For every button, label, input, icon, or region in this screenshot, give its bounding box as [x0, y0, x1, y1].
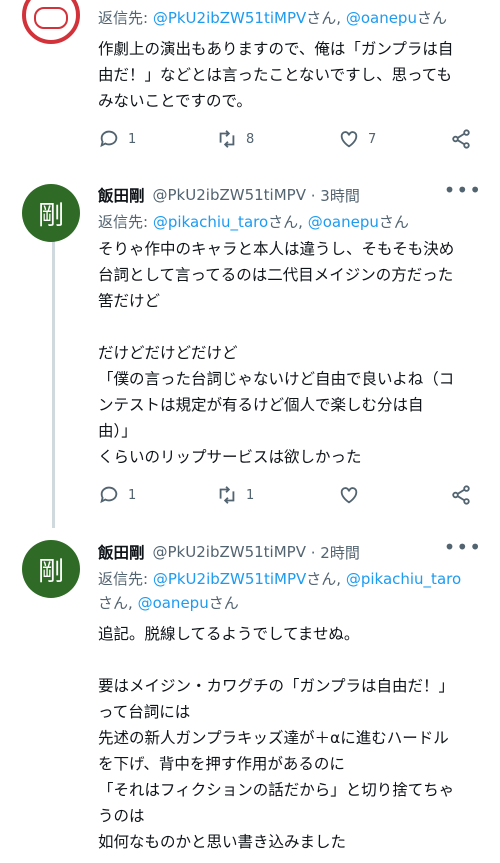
- avatar[interactable]: [22, 0, 80, 44]
- reply-count: 1: [128, 487, 137, 503]
- mention-link[interactable]: @pikachiu_taro: [346, 570, 461, 588]
- share-button[interactable]: [450, 128, 480, 150]
- like-count: 7: [368, 131, 377, 147]
- tweet[interactable]: 飯田剛 @PkU2ibZW51tiMPV · 3時間 ••• 返信先: @pik…: [98, 178, 482, 470]
- retweet-count: 1: [246, 487, 255, 503]
- retweet-button[interactable]: 1: [216, 484, 254, 506]
- mention-link[interactable]: @PkU2ibZW51tiMPV: [153, 9, 306, 27]
- mention-link[interactable]: @oanepu: [308, 213, 379, 231]
- share-icon: [452, 485, 470, 505]
- handle[interactable]: @PkU2ibZW51tiMPV: [153, 543, 306, 561]
- retweet-icon: [219, 486, 235, 504]
- reply-icon: [100, 486, 118, 504]
- tweet[interactable]: 飯田剛 @PkU2ibZW51tiMPV · 2時間 ••• 返信先: @PkU…: [98, 535, 482, 855]
- mention-link[interactable]: @pikachiu_taro: [153, 213, 268, 231]
- retweet-icon: [219, 130, 235, 148]
- like-button[interactable]: [338, 484, 368, 506]
- tweet-text: 追記。脱線してるようでしてませぬ。 要はメイジン・カワグチの「ガンプラは自由だ！…: [98, 625, 455, 851]
- display-name[interactable]: 飯田剛: [98, 184, 145, 206]
- handle[interactable]: @PkU2ibZW51tiMPV: [153, 186, 306, 204]
- share-icon: [452, 129, 470, 149]
- reply-count: 1: [128, 131, 137, 147]
- tweet-text: 作劇上の演出もありますので、俺は「ガンプラは自 由だ！」などとは言ったことないで…: [98, 40, 454, 110]
- avatar[interactable]: 剛: [22, 540, 80, 598]
- tweet-header: 飯田剛 @PkU2ibZW51tiMPV · 3時間 •••: [98, 178, 482, 206]
- mention-link[interactable]: @oanepu: [138, 594, 209, 612]
- heart-icon: [340, 487, 358, 504]
- heart-icon: [340, 131, 358, 148]
- thread-line: [52, 238, 55, 528]
- retweet-count: 8: [246, 131, 255, 147]
- retweet-button[interactable]: 8: [216, 128, 254, 150]
- reply-to-line: 返信先: @pikachiu_taroさん, @oanepuさん: [98, 213, 409, 231]
- share-button[interactable]: [450, 484, 480, 506]
- like-button[interactable]: 7: [338, 128, 376, 150]
- timestamp[interactable]: · 2時間: [311, 542, 360, 563]
- reply-icon: [100, 130, 118, 148]
- timestamp[interactable]: · 3時間: [311, 185, 360, 206]
- mention-link[interactable]: @oanepu: [346, 9, 417, 27]
- reply-button[interactable]: 1: [98, 128, 136, 150]
- tweet[interactable]: 返信先: @PkU2ibZW51tiMPVさん, @oanepuさん 作劇上の演…: [98, 6, 482, 114]
- tweet-header: 飯田剛 @PkU2ibZW51tiMPV · 2時間 •••: [98, 535, 482, 563]
- reply-button[interactable]: 1: [98, 484, 136, 506]
- avatar[interactable]: 剛: [22, 184, 80, 242]
- tweet-actions: 1 8 7: [98, 128, 480, 156]
- display-name[interactable]: 飯田剛: [98, 541, 145, 563]
- reply-to-line: 返信先: @PkU2ibZW51tiMPVさん, @pikachiu_taro さ…: [98, 570, 462, 612]
- more-options-icon[interactable]: •••: [444, 535, 482, 559]
- mention-link[interactable]: @PkU2ibZW51tiMPV: [153, 570, 306, 588]
- more-options-icon[interactable]: •••: [444, 178, 482, 202]
- reply-to-line: 返信先: @PkU2ibZW51tiMPVさん, @oanepuさん: [98, 9, 447, 27]
- tweet-text: そりゃ作中のキャラと本人は違うし、そもそも決め 台詞として言ってるのは二代目メイ…: [98, 240, 455, 466]
- tweet-actions: 1 1: [98, 484, 480, 512]
